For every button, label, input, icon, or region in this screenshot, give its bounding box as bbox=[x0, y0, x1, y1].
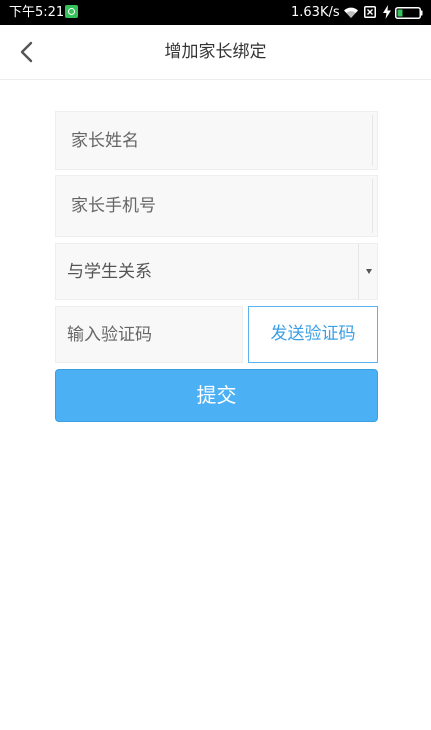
status-bar: 下午5:21 1.63K/s bbox=[0, 0, 431, 25]
parent-phone-field-container bbox=[55, 175, 378, 237]
verification-code-field-container bbox=[55, 306, 243, 363]
parent-name-input[interactable] bbox=[56, 112, 377, 169]
submit-button[interactable]: 提交 bbox=[55, 369, 378, 422]
relation-select[interactable]: 与学生关系 bbox=[55, 243, 378, 300]
charging-bolt-icon bbox=[383, 5, 391, 19]
relation-select-value: 与学生关系 bbox=[67, 262, 152, 282]
send-code-button[interactable]: 发送验证码 bbox=[248, 306, 378, 363]
dropdown-arrow-icon bbox=[366, 269, 372, 274]
status-time: 下午5:21 bbox=[9, 5, 65, 20]
parent-name-field-container bbox=[55, 111, 378, 170]
wifi-icon bbox=[344, 7, 358, 18]
back-button[interactable] bbox=[10, 35, 44, 69]
battery-icon bbox=[395, 7, 423, 19]
network-speed: 1.63K/s bbox=[291, 5, 340, 20]
chevron-left-icon bbox=[20, 41, 33, 63]
page-title: 增加家长绑定 bbox=[164, 42, 267, 62]
verification-code-input[interactable] bbox=[56, 307, 242, 362]
app-header: 增加家长绑定 bbox=[0, 25, 431, 80]
sim-card-icon bbox=[364, 6, 376, 18]
relation-select-divider bbox=[358, 244, 359, 299]
app-notification-icon bbox=[65, 5, 78, 18]
parent-phone-input[interactable] bbox=[56, 176, 377, 236]
